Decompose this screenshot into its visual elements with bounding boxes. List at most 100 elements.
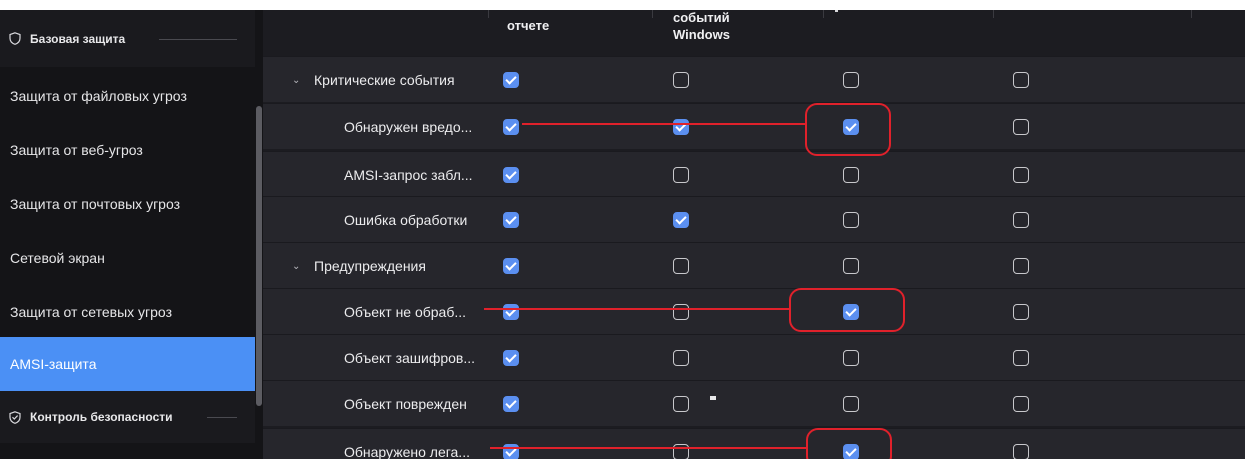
event-label: Ошибка обработки	[344, 197, 467, 243]
table-row[interactable]: Обнаружен вредо...	[263, 103, 1245, 149]
row-label-text: Обнаружено лега...	[344, 444, 470, 459]
checkbox-col1[interactable]	[503, 119, 519, 135]
table-group-row[interactable]: ⌄ Предупреждения	[263, 242, 1245, 288]
sidebar-item-mail-threat-protection[interactable]: Защита от почтовых угроз	[0, 177, 255, 231]
chevron-down-icon[interactable]: ⌄	[292, 261, 306, 272]
checkbox-col4[interactable]	[1013, 350, 1029, 366]
cursor-artifact	[710, 396, 716, 400]
sidebar-item-label: AMSI-защита	[10, 356, 97, 372]
section-divider	[159, 38, 237, 40]
checkbox-col2[interactable]	[673, 212, 689, 228]
sidebar-item-web-threat-protection[interactable]: Защита от веб-угроз	[0, 123, 255, 177]
header-divider	[488, 10, 489, 18]
checkbox-col2[interactable]	[673, 167, 689, 183]
checkbox-col3[interactable]	[843, 258, 859, 274]
event-label: Обнаружено лега...	[344, 429, 470, 459]
group-label: ⌄ Предупреждения	[292, 243, 426, 289]
app-window: Базовая защита Защита от файловых угроз …	[0, 0, 1245, 459]
header-divider	[993, 10, 994, 18]
checkbox-col1[interactable]	[503, 72, 519, 88]
checkbox-col4[interactable]	[1013, 212, 1029, 228]
table-row[interactable]: Объект поврежден	[263, 380, 1245, 426]
row-label-text: Объект зашифров...	[344, 350, 476, 366]
event-label: Обнаружен вредо...	[344, 104, 472, 150]
sidebar-item-label: Защита от сетевых угроз	[10, 304, 172, 320]
annotation-arrow-line	[484, 308, 791, 310]
header-divider	[1191, 10, 1192, 18]
checkbox-col3[interactable]	[843, 167, 859, 183]
checkbox-col3[interactable]	[843, 396, 859, 412]
annotation-highlight-box	[789, 288, 905, 332]
table-row[interactable]: AMSI-запрос забл...	[263, 151, 1245, 197]
sidebar-item-label: Защита от файловых угроз	[10, 88, 187, 104]
checkbox-col4[interactable]	[1013, 444, 1029, 459]
event-label: Объект поврежден	[344, 381, 467, 427]
row-label-text: Критические события	[314, 72, 455, 88]
events-settings-table: отчете событий Windows ⌄ Критические собы…	[263, 10, 1245, 459]
checkbox-col3[interactable]	[843, 350, 859, 366]
group-label: ⌄ Критические события	[292, 57, 455, 103]
header-windows-events-line2: Windows	[673, 27, 730, 42]
header-mark	[835, 10, 838, 12]
sidebar-section-basic-protection[interactable]: Базовая защита	[0, 10, 255, 67]
annotation-arrow-line	[522, 123, 807, 125]
header-divider	[823, 10, 824, 18]
table-row[interactable]: Объект зашифров...	[263, 334, 1245, 380]
row-label-text: Объект не обраб...	[344, 304, 467, 320]
checkbox-col1[interactable]	[503, 212, 519, 228]
checkbox-col4[interactable]	[1013, 167, 1029, 183]
row-label-text: AMSI-запрос забл...	[344, 167, 473, 183]
annotation-arrow-line	[490, 447, 806, 449]
sidebar-scrollbar[interactable]	[256, 106, 262, 406]
checkbox-col1[interactable]	[503, 350, 519, 366]
row-label-text: Ошибка обработки	[344, 212, 468, 228]
checkbox-col2[interactable]	[673, 304, 689, 320]
table-group-row[interactable]: ⌄ Критические события	[263, 56, 1245, 102]
annotation-highlight-box	[806, 428, 892, 459]
checkbox-col1[interactable]	[503, 167, 519, 183]
checkbox-col2[interactable]	[673, 258, 689, 274]
row-label-text: Предупреждения	[314, 258, 426, 274]
chevron-down-icon[interactable]: ⌄	[292, 75, 306, 86]
table-row[interactable]: Объект не обраб...	[263, 288, 1245, 334]
checkbox-col2[interactable]	[673, 119, 689, 135]
event-label: AMSI-запрос забл...	[344, 152, 473, 198]
sidebar-section-security-control[interactable]: Контроль безопасности	[0, 391, 255, 443]
sidebar-item-network-threat-protection[interactable]: Защита от сетевых угроз	[0, 285, 255, 339]
checkbox-col2[interactable]	[673, 72, 689, 88]
header-report-column: отчете	[507, 18, 550, 33]
table-row[interactable]: Ошибка обработки	[263, 196, 1245, 242]
table-row[interactable]: Обнаружено лега...	[263, 428, 1245, 459]
section-divider	[207, 417, 237, 418]
checkbox-col4[interactable]	[1013, 304, 1029, 320]
checkbox-col4[interactable]	[1013, 258, 1029, 274]
event-label: Объект зашифров...	[344, 335, 475, 381]
table-header: отчете событий Windows	[263, 10, 1245, 56]
checkbox-col4[interactable]	[1013, 396, 1029, 412]
checkbox-col2[interactable]	[673, 396, 689, 412]
shield-icon	[9, 32, 21, 45]
annotation-highlight-box	[805, 103, 891, 156]
sidebar-item-label: Защита от веб-угроз	[10, 142, 143, 158]
checkbox-col1[interactable]	[503, 304, 519, 320]
checkbox-col1[interactable]	[503, 396, 519, 412]
header-divider	[652, 10, 653, 18]
checkbox-col1[interactable]	[503, 258, 519, 274]
checkbox-col4[interactable]	[1013, 119, 1029, 135]
sidebar-section-label: Контроль безопасности	[30, 410, 173, 424]
checkbox-col3[interactable]	[843, 72, 859, 88]
sidebar-section-label: Базовая защита	[30, 31, 126, 46]
sidebar-item-file-threat-protection[interactable]: Защита от файловых угроз	[0, 69, 255, 123]
header-windows-events-line1: событий	[673, 10, 730, 25]
checkbox-col4[interactable]	[1013, 72, 1029, 88]
security-control-icon	[9, 410, 21, 424]
checkbox-col3[interactable]	[843, 212, 859, 228]
checkbox-col2[interactable]	[673, 350, 689, 366]
sidebar-item-label: Сетевой экран	[10, 250, 105, 266]
sidebar-item-firewall[interactable]: Сетевой экран	[0, 231, 255, 285]
row-label-text: Обнаружен вредо...	[344, 119, 473, 135]
sidebar-item-amsi-protection[interactable]: AMSI-защита	[0, 337, 255, 391]
event-label: Объект не обраб...	[344, 289, 466, 335]
sidebar: Базовая защита Защита от файловых угроз …	[0, 10, 263, 459]
sidebar-item-label: Защита от почтовых угроз	[10, 196, 181, 212]
